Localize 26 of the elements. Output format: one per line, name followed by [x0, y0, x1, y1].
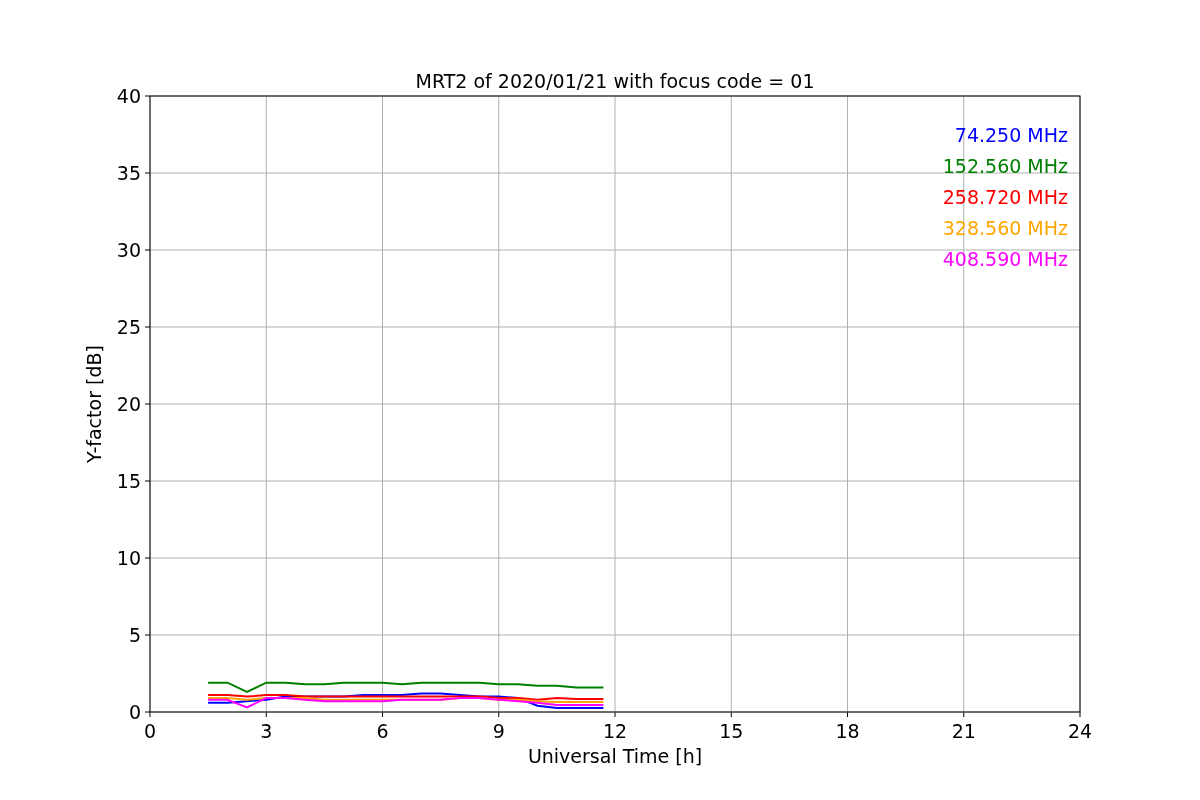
chart-title: MRT2 of 2020/01/21 with focus code = 01: [415, 70, 815, 92]
y-tick-label: 40: [116, 85, 141, 107]
x-axis-label: Universal Time [h]: [527, 745, 703, 767]
legend-label: 408.590 MHz: [942, 248, 1068, 270]
legend-label: 328.560 MHz: [942, 217, 1068, 239]
x-tick-label: 6: [376, 720, 389, 742]
legend-label: 152.560 MHz: [942, 155, 1068, 177]
x-tick-label: 12: [602, 720, 628, 742]
x-tick-label: 9: [492, 720, 505, 742]
y-tick-label: 25: [116, 316, 141, 338]
x-tick-label: 3: [260, 720, 273, 742]
x-tick-label: 18: [835, 720, 860, 742]
y-tick-label: 10: [116, 547, 141, 569]
y-tick-label: 15: [116, 470, 141, 492]
y-axis-label: Y-factor [dB]: [83, 345, 105, 463]
x-tick-label: 24: [1067, 720, 1093, 742]
x-tick-label: 15: [719, 720, 744, 742]
y-tick-label: 5: [128, 624, 141, 646]
legend-label: 74.250 MHz: [954, 124, 1068, 146]
x-tick-label: 0: [143, 720, 157, 742]
y-tick-label: 20: [116, 393, 141, 415]
y-tick-label: 0: [128, 701, 141, 723]
legend-label: 258.720 MHz: [942, 186, 1068, 208]
y-tick-label: 30: [116, 239, 141, 261]
x-tick-label: 21: [951, 720, 976, 742]
y-tick-label: 35: [116, 162, 141, 184]
